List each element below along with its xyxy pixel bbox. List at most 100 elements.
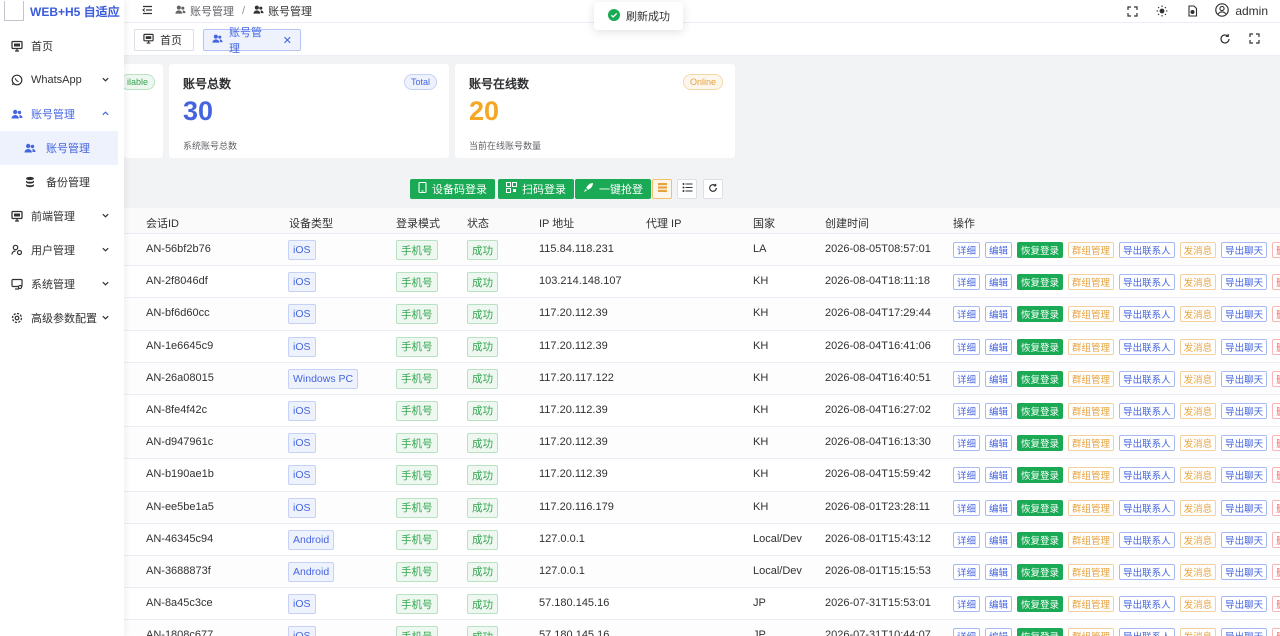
send-message-button[interactable]: 发消息 [1179,467,1217,484]
export-chat-button[interactable]: 导出聊天 [1221,499,1268,516]
restore-login-button[interactable]: 恢复登录 [1017,242,1064,258]
group-management-button[interactable]: 群组管理 [1068,306,1115,323]
export-chat-button[interactable]: 导出聊天 [1221,338,1268,355]
restore-login-button[interactable]: 恢复登录 [1017,499,1064,516]
export-contacts-button[interactable]: 导出联系人 [1119,370,1175,387]
group-management-button[interactable]: 群组管理 [1068,274,1115,291]
export-contacts-button[interactable]: 导出联系人 [1119,563,1175,580]
group-management-button[interactable]: 群组管理 [1068,499,1115,516]
delete-button[interactable]: 删除 [1272,596,1280,613]
restore-login-button[interactable]: 恢复登录 [1017,531,1064,548]
breadcrumb-item[interactable]: 账号管理 [190,3,234,19]
export-contacts-button[interactable]: 导出联系人 [1119,628,1175,636]
edit-button[interactable]: 编辑 [985,306,1013,323]
delete-button[interactable]: 删除 [1272,402,1280,419]
export-contacts-button[interactable]: 导出联系人 [1119,467,1175,484]
export-contacts-button[interactable]: 导出联系人 [1119,338,1175,355]
sun-icon[interactable] [1155,4,1169,18]
restore-login-button[interactable]: 恢复登录 [1017,563,1064,580]
export-chat-button[interactable]: 导出聊天 [1221,306,1268,323]
edit-button[interactable]: 编辑 [985,242,1013,258]
tab-home[interactable]: 首页 [134,29,194,51]
maximize-icon[interactable] [1249,33,1260,48]
group-management-button[interactable]: 群组管理 [1068,563,1115,580]
group-management-button[interactable]: 群组管理 [1068,628,1115,636]
delete-button[interactable]: 删除 [1272,628,1280,636]
export-contacts-button[interactable]: 导出联系人 [1119,435,1175,452]
sidebar-item-advanced-config[interactable]: 高级参数配置 [0,301,124,335]
export-contacts-button[interactable]: 导出联系人 [1119,402,1175,419]
delete-button[interactable]: 删除 [1272,531,1280,548]
logo[interactable]: WEB+H5 自适应 [0,0,124,22]
edit-button[interactable]: 编辑 [985,402,1013,419]
export-chat-button[interactable]: 导出聊天 [1221,596,1268,613]
detail-button[interactable]: 详细 [953,563,981,580]
restore-login-button[interactable]: 恢复登录 [1017,467,1064,484]
delete-button[interactable]: 删除 [1272,370,1280,387]
detail-button[interactable]: 详细 [953,370,981,387]
detail-button[interactable]: 详细 [953,274,981,291]
send-message-button[interactable]: 发消息 [1179,596,1217,613]
list-view-toggle[interactable] [677,179,697,199]
export-chat-button[interactable]: 导出聊天 [1221,628,1268,636]
edit-button[interactable]: 编辑 [985,531,1013,548]
group-management-button[interactable]: 群组管理 [1068,242,1115,258]
detail-button[interactable]: 详细 [953,306,981,323]
export-contacts-button[interactable]: 导出联系人 [1119,499,1175,516]
group-management-button[interactable]: 群组管理 [1068,402,1115,419]
send-message-button[interactable]: 发消息 [1179,563,1217,580]
send-message-button[interactable]: 发消息 [1179,370,1217,387]
one-click-login-button[interactable]: 一键抢登 [575,179,651,199]
collapse-menu-icon[interactable] [142,5,153,18]
sidebar-item-home[interactable]: 首页 [0,29,124,63]
restore-login-button[interactable]: 恢复登录 [1017,274,1064,291]
export-chat-button[interactable]: 导出聊天 [1221,531,1268,548]
send-message-button[interactable]: 发消息 [1179,274,1217,291]
restore-login-button[interactable]: 恢复登录 [1017,435,1064,452]
edit-button[interactable]: 编辑 [985,467,1013,484]
export-chat-button[interactable]: 导出聊天 [1221,467,1268,484]
tab-account-management[interactable]: 账号管理 ✕ [203,27,301,55]
device-code-login-button[interactable]: 设备码登录 [410,179,495,199]
export-chat-button[interactable]: 导出聊天 [1221,242,1268,258]
export-contacts-button[interactable]: 导出联系人 [1119,242,1175,258]
qr-login-button[interactable]: 扫码登录 [498,179,574,199]
edit-button[interactable]: 编辑 [985,370,1013,387]
delete-button[interactable]: 删除 [1272,274,1280,291]
edit-button[interactable]: 编辑 [985,338,1013,355]
send-message-button[interactable]: 发消息 [1179,306,1217,323]
delete-button[interactable]: 删除 [1272,242,1280,258]
restore-login-button[interactable]: 恢复登录 [1017,306,1064,323]
edit-button[interactable]: 编辑 [985,628,1013,636]
sidebar-item-whatsapp[interactable]: WhatsApp [0,63,124,97]
send-message-button[interactable]: 发消息 [1179,402,1217,419]
group-management-button[interactable]: 群组管理 [1068,531,1115,548]
send-message-button[interactable]: 发消息 [1179,435,1217,452]
detail-button[interactable]: 详细 [953,402,981,419]
export-contacts-button[interactable]: 导出联系人 [1119,274,1175,291]
detail-button[interactable]: 详细 [953,338,981,355]
group-management-button[interactable]: 群组管理 [1068,467,1115,484]
detail-button[interactable]: 详细 [953,467,981,484]
delete-button[interactable]: 删除 [1272,467,1280,484]
delete-button[interactable]: 删除 [1272,338,1280,355]
export-chat-button[interactable]: 导出聊天 [1221,435,1268,452]
delete-button[interactable]: 删除 [1272,499,1280,516]
send-message-button[interactable]: 发消息 [1179,628,1217,636]
restore-login-button[interactable]: 恢复登录 [1017,338,1064,355]
group-management-button[interactable]: 群组管理 [1068,435,1115,452]
export-contacts-button[interactable]: 导出联系人 [1119,306,1175,323]
theme-icon[interactable] [1185,4,1199,18]
delete-button[interactable]: 删除 [1272,306,1280,323]
card-view-toggle[interactable] [652,179,672,199]
refresh-button[interactable] [703,179,723,199]
export-chat-button[interactable]: 导出聊天 [1221,370,1268,387]
restore-login-button[interactable]: 恢复登录 [1017,402,1064,419]
detail-button[interactable]: 详细 [953,435,981,452]
sidebar-item-account-management[interactable]: 账号管理 [0,97,124,131]
edit-button[interactable]: 编辑 [985,596,1013,613]
fullscreen-icon[interactable] [1125,4,1139,18]
edit-button[interactable]: 编辑 [985,499,1013,516]
sidebar-item-frontend[interactable]: 前端管理 [0,199,124,233]
export-chat-button[interactable]: 导出聊天 [1221,563,1268,580]
